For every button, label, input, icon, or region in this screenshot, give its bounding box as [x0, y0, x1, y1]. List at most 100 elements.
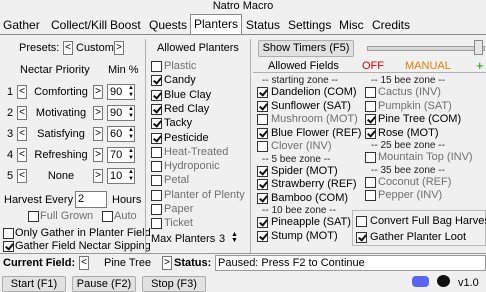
planter-checkbox[interactable]: [151, 103, 162, 115]
zone-header: -- 35 bee zone --: [371, 164, 445, 176]
timers-slider-track[interactable]: [367, 46, 485, 51]
field-checkbox[interactable]: [365, 127, 376, 139]
current-field-next-button[interactable]: >: [162, 256, 172, 270]
field-checkbox[interactable]: [257, 127, 268, 139]
start-button[interactable]: Start (F1): [2, 276, 66, 292]
field-label: Mountain Top (INV): [378, 151, 473, 163]
gather-nectar-checkbox[interactable]: [3, 241, 14, 252]
current-field-prev-button[interactable]: <: [79, 256, 89, 270]
tab-collect-kill[interactable]: Collect/Kill: [49, 17, 109, 33]
gather-loot-checkbox[interactable]: [356, 232, 367, 243]
planter-label: Plastic: [164, 60, 197, 72]
planter-checkbox[interactable]: [151, 204, 162, 215]
allowed-fields-header: Allowed Fields: [268, 60, 339, 72]
nectar-next-button[interactable]: >: [93, 148, 103, 162]
pause-button[interactable]: Pause (F2): [72, 276, 136, 292]
presets-prev-button[interactable]: <: [63, 41, 73, 55]
zone-header: -- 15 bee zone --: [371, 75, 445, 86]
nectar-prev-button[interactable]: <: [17, 106, 27, 120]
convert-full-checkbox[interactable]: [356, 216, 367, 227]
nectar-next-button[interactable]: >: [93, 169, 103, 183]
field-checkbox[interactable]: [365, 152, 376, 163]
field-checkbox[interactable]: [257, 179, 268, 190]
nectar-prev-button[interactable]: <: [17, 169, 27, 183]
stop-button[interactable]: Stop (F3): [142, 276, 206, 292]
presets-value: Custom: [76, 42, 114, 54]
max-planters-spinner[interactable]: ▲ ▼: [230, 231, 239, 245]
tab-settings[interactable]: Settings: [286, 17, 333, 33]
field-checkbox[interactable]: [365, 190, 376, 201]
planter-checkbox[interactable]: [151, 161, 162, 173]
allowed-fields-manual: MANUAL: [405, 60, 451, 72]
field-checkbox[interactable]: [257, 230, 268, 242]
planter-checkbox[interactable]: [151, 132, 162, 144]
planter-checkbox[interactable]: [151, 75, 162, 87]
planter-checkbox[interactable]: [151, 89, 162, 101]
field-checkbox[interactable]: [257, 192, 268, 204]
planter-checkbox[interactable]: [151, 175, 162, 187]
planter-label: Blue Clay: [164, 88, 212, 101]
discord-icon[interactable]: [412, 276, 429, 287]
field-label: Cactus (INV): [378, 86, 441, 98]
nectar-min-spinner[interactable]: ▲ ▼: [127, 127, 135, 141]
field-checkbox[interactable]: [257, 114, 268, 125]
nectar-next-button[interactable]: >: [93, 85, 103, 99]
planter-checkbox[interactable]: [151, 189, 162, 201]
presets-next-button[interactable]: >: [114, 41, 124, 55]
only-gather-checkbox[interactable]: [3, 228, 14, 239]
tab-status[interactable]: Status: [244, 17, 282, 33]
nectar-min-spinner[interactable]: ▲ ▼: [127, 169, 135, 183]
window-title: Natro Macro: [212, 0, 274, 12]
github-icon[interactable]: [437, 275, 450, 287]
max-planters-value: 3: [219, 233, 226, 245]
allowed-fields-off: OFF: [362, 60, 384, 72]
nectar-row-number: 4: [7, 149, 14, 161]
field-checkbox[interactable]: [257, 87, 268, 98]
nectar-next-button[interactable]: >: [93, 106, 103, 120]
field-label: Mushroom (MOT): [271, 113, 358, 125]
tab-credits[interactable]: Credits: [370, 17, 412, 33]
tab-gather[interactable]: Gather: [1, 17, 42, 33]
auto-checkbox[interactable]: [102, 211, 113, 222]
tab-quests[interactable]: Quests: [147, 17, 189, 33]
tab-divider: [0, 34, 486, 35]
field-checkbox[interactable]: [257, 165, 268, 177]
planter-checkbox[interactable]: [151, 218, 162, 230]
nectar-next-button[interactable]: >: [93, 127, 103, 141]
nectar-prev-button[interactable]: <: [17, 85, 27, 99]
field-label: Blue Flower (REF): [271, 126, 362, 139]
nectar-prev-button[interactable]: <: [17, 127, 27, 141]
version-label: v1.0: [458, 277, 479, 289]
planter-label: Paper: [164, 203, 194, 215]
zone-header: -- 25 bee zone --: [371, 140, 445, 151]
planter-checkbox[interactable]: [151, 118, 162, 130]
field-checkbox[interactable]: [257, 141, 268, 152]
field-checkbox[interactable]: [365, 87, 376, 98]
planter-checkbox[interactable]: [151, 61, 162, 72]
nectar-min-spinner[interactable]: ▲ ▼: [127, 148, 135, 162]
tab-misc[interactable]: Misc: [337, 17, 366, 33]
field-label: Strawberry (REF): [271, 178, 357, 190]
nectar-min-spinner[interactable]: ▲ ▼: [127, 106, 135, 120]
status-divider: [0, 253, 486, 254]
timers-slider-thumb[interactable]: [474, 40, 483, 55]
planter-checkbox[interactable]: [151, 146, 162, 158]
field-label: Rose (MOT): [378, 126, 439, 139]
field-checkbox[interactable]: [257, 217, 268, 228]
planter-label: Ticket: [164, 217, 193, 230]
tab-planters[interactable]: Planters: [190, 14, 242, 34]
tab-boost[interactable]: Boost: [108, 17, 143, 33]
nectar-min-spinner[interactable]: ▲ ▼: [127, 85, 135, 99]
nectar-prev-button[interactable]: <: [17, 148, 27, 162]
gather-nectar-label: Gather Field Nectar Sipping: [15, 240, 151, 252]
field-checkbox[interactable]: [365, 176, 376, 188]
field-checkbox[interactable]: [365, 114, 376, 125]
field-label: Stump (MOT): [271, 229, 338, 242]
nectar-row-number: 5: [7, 170, 14, 182]
field-checkbox[interactable]: [257, 100, 268, 112]
presets-label: Presets:: [19, 42, 60, 54]
show-timers-button[interactable]: Show Timers (F5): [258, 40, 354, 57]
field-checkbox[interactable]: [365, 100, 376, 112]
full-grown-checkbox[interactable]: [28, 211, 39, 222]
harvest-hours-input[interactable]: 2: [75, 191, 107, 208]
